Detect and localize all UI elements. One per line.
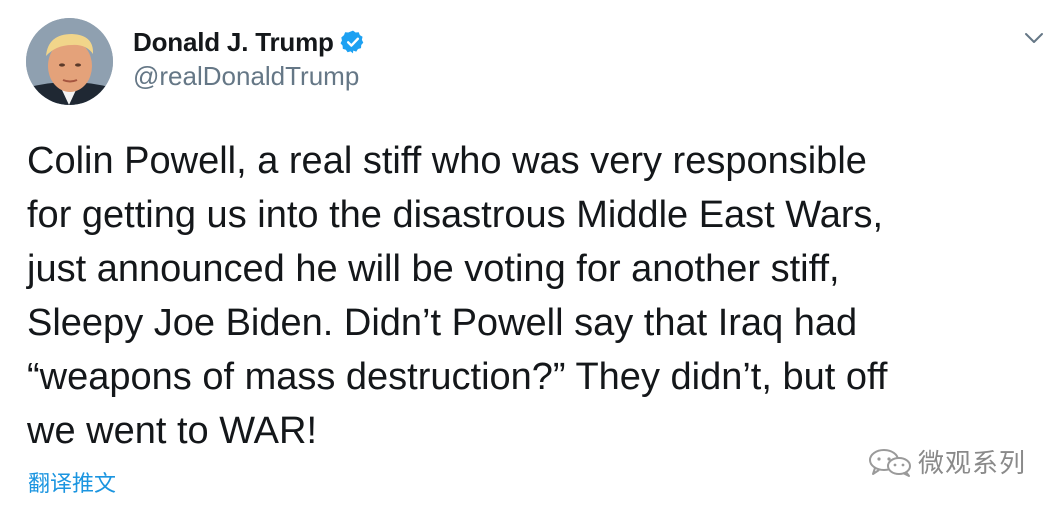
watermark-text: 微观系列 — [918, 448, 1027, 478]
translate-tweet-link[interactable]: 翻译推文 — [28, 466, 116, 498]
wechat-icon — [869, 448, 911, 477]
watermark: 微观系列 — [866, 443, 1026, 480]
avatar[interactable] — [26, 18, 113, 105]
handle[interactable]: @realDonaldTrump — [133, 61, 359, 92]
tweet-card: Donald J. Trump @realDonaldTrump Colin P… — [0, 0, 1059, 506]
author-name-row: Donald J. Trump — [133, 25, 366, 59]
display-name[interactable]: Donald J. Trump — [133, 27, 334, 58]
verified-badge-icon — [340, 30, 363, 54]
tweet-text: Colin Powell, a real stiff who was very … — [27, 140, 888, 452]
profile-photo — [26, 18, 113, 105]
chevron-down-icon[interactable] — [1022, 26, 1046, 50]
